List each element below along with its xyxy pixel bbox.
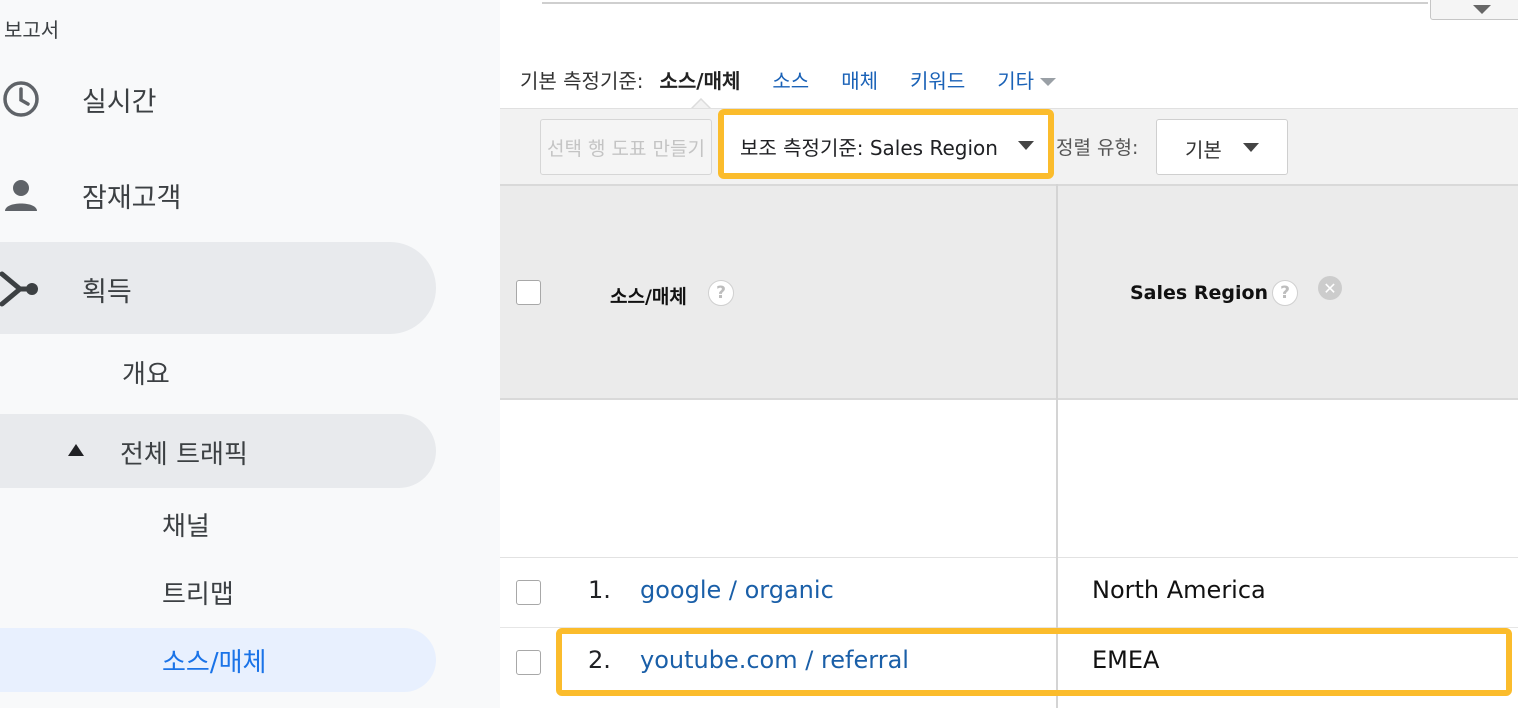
clock-icon [0,78,42,120]
sidebar-section-title: 보고서 [4,18,60,42]
person-icon [0,174,42,216]
sidebar-sub-overview[interactable]: 개요 [122,354,170,391]
row-number: 1. [588,576,611,604]
sidebar-item-acquisition[interactable]: 획득 [0,242,436,334]
table-row: 1. google / organic North America [500,558,1518,628]
dimension-more-label: 기타 [997,68,1035,93]
sidebar-item-audience[interactable]: 잠재고객 [0,172,440,218]
sidebar-sub-treemaps[interactable]: 트리맵 [162,574,234,611]
row-checkbox[interactable] [516,650,541,675]
plot-rows-button[interactable]: 선택 행 도표 만들기 [540,119,712,175]
dimension-link-keyword[interactable]: 키워드 [910,65,965,94]
sidebar-item-label: 획득 [82,277,132,308]
collapse-triangle-icon [68,444,84,456]
secondary-dimension-label: 보조 측정기준: Sales Region [740,136,998,160]
chevron-down-icon [1473,5,1491,14]
column-header-source-medium[interactable]: 소스/매체 [610,282,687,309]
sidebar-item-label: 실시간 [82,87,157,118]
dimension-link-source[interactable]: 소스 [772,65,809,94]
primary-dimension-current: 소스/매체 [659,68,741,93]
row-checkbox[interactable] [516,580,541,605]
column-header-sales-region[interactable]: Sales Region [1130,282,1268,304]
top-dropdown[interactable] [1430,0,1518,20]
sidebar-sub-label: 소스/매체 [162,648,267,678]
divider [542,2,1428,4]
secondary-dimension-dropdown[interactable]: 보조 측정기준: Sales Region [718,109,1054,179]
row-highlight [556,628,1512,696]
help-icon[interactable]: ? [1272,280,1298,306]
sidebar-item-realtime[interactable]: 실시간 [0,76,440,122]
dimension-link-more[interactable]: 기타 [997,65,1057,94]
chevron-down-icon [1018,141,1034,150]
table-header: 소스/매체 ? Sales Region ? ✕ [500,184,1518,400]
source-medium-link[interactable]: google / organic [640,576,834,604]
dimension-link-medium[interactable]: 매체 [841,65,878,94]
sidebar-sub-label: 전체 트래픽 [120,440,248,470]
chevron-down-icon [1040,78,1057,86]
sort-type-dropdown[interactable]: 기본 [1156,119,1288,175]
remove-dimension-icon[interactable]: ✕ [1318,276,1342,300]
sidebar-item-label: 잠재고객 [82,183,182,214]
table-toolbar: 선택 행 도표 만들기 보조 측정기준: Sales Region 정렬 유형:… [500,108,1518,184]
help-icon[interactable]: ? [708,280,734,306]
table-summary-row [500,400,1518,558]
report-panel: 기본 측정기준: 소스/매체 소스 매체 키워드 기타 선택 행 도표 만들기 … [500,0,1518,708]
primary-dimension-bar: 기본 측정기준: 소스/매체 소스 매체 키워드 기타 [520,62,1057,96]
chevron-down-icon [1243,143,1259,152]
sidebar: 보고서 실시간 잠재고객 획득 개요 전체 트래픽 채널 트리맵 소스/매체 [0,0,500,708]
sales-region-value: North America [1092,576,1266,604]
sidebar-sub-channels[interactable]: 채널 [162,506,210,543]
sort-type-value: 기본 [1185,138,1222,162]
sidebar-sub-all-traffic[interactable]: 전체 트래픽 [0,414,436,488]
primary-dimension-label: 기본 측정기준: [520,68,644,93]
select-all-checkbox[interactable] [516,280,541,305]
sort-type-label: 정렬 유형: [1056,137,1139,159]
acquisition-icon [0,268,42,310]
sidebar-sub-source-medium[interactable]: 소스/매체 [0,628,436,692]
analytics-page: 보고서 실시간 잠재고객 획득 개요 전체 트래픽 채널 트리맵 소스/매체 기… [0,0,1518,708]
